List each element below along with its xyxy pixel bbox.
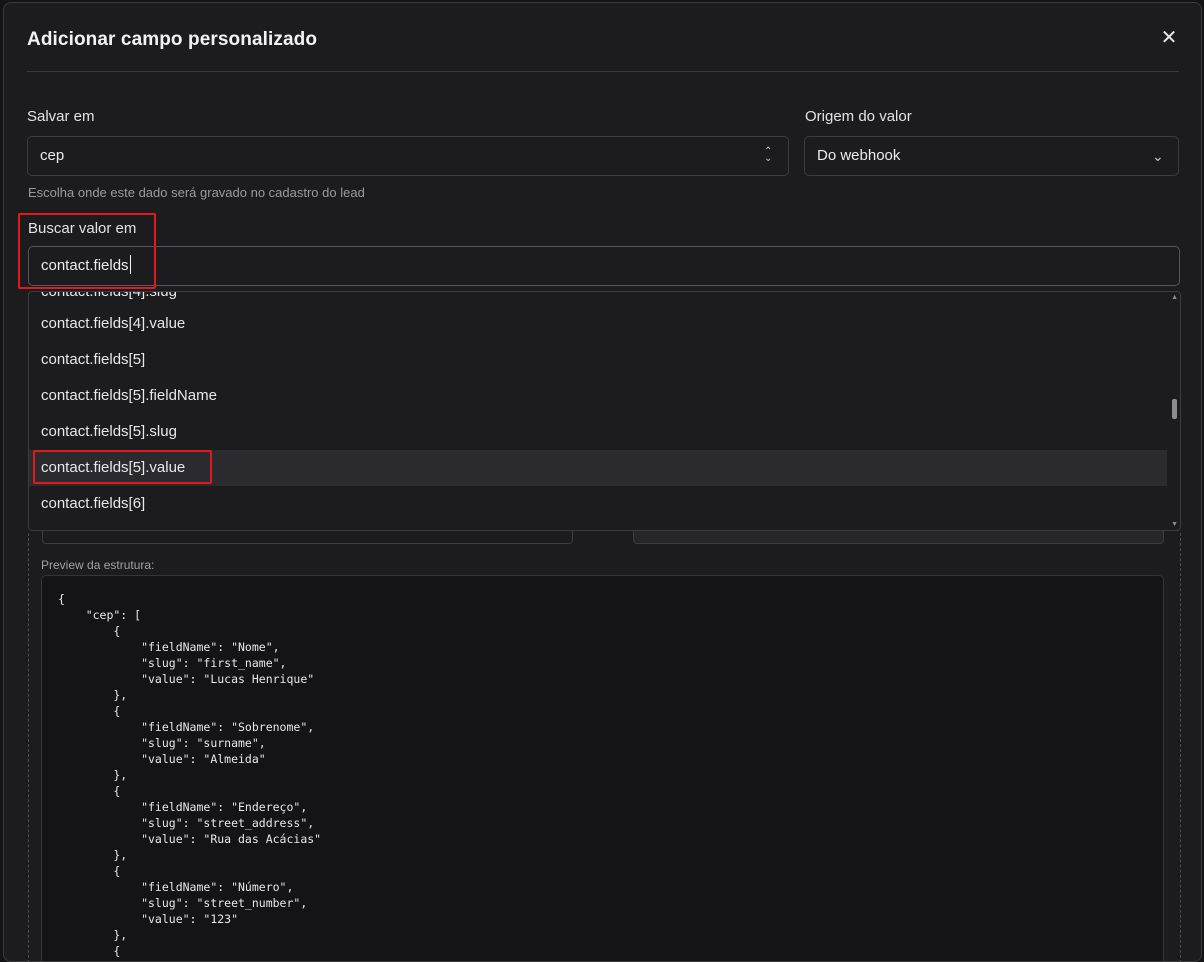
suggestion-item[interactable]: contact.fields[5].slug — [29, 414, 1167, 450]
value-origin-value: Do webhook — [817, 147, 901, 164]
search-input-value: contact.fields — [41, 257, 129, 274]
suggestion-item[interactable]: contact.fields[6] — [29, 486, 1167, 522]
chevron-up-down-icon: ⌃ ⌄ — [764, 146, 773, 164]
custom-field-dialog: Adicionar campo personalizado ✕ Salvar e… — [3, 2, 1202, 962]
close-button[interactable]: ✕ — [1158, 27, 1180, 49]
text-cursor — [129, 255, 131, 274]
dropdown-scrollbar[interactable]: ▲ ▼ — [1168, 292, 1180, 530]
chevron-down-icon: ⌄ — [1152, 148, 1164, 164]
value-origin-select[interactable]: Do webhook — [804, 136, 1179, 176]
preview-label: Preview da estrutura: — [41, 558, 155, 572]
suggestions-dropdown[interactable]: contact.fields[4].slug contact.fields[4]… — [28, 291, 1181, 531]
save-in-value: cep — [40, 147, 65, 164]
close-icon: ✕ — [1160, 27, 1178, 49]
save-in-select[interactable]: cep — [27, 136, 789, 176]
save-in-hint: Escolha onde este dado será gravado no c… — [28, 185, 365, 200]
scroll-up-arrow-icon[interactable]: ▲ — [1171, 294, 1178, 301]
suggestion-item[interactable]: contact.fields[5].fieldName — [29, 378, 1167, 414]
header-divider — [27, 71, 1179, 72]
search-label: Buscar valor em — [28, 220, 137, 237]
suggestion-item[interactable]: contact.fields[5] — [29, 342, 1167, 378]
save-in-label: Salvar em — [27, 108, 95, 125]
suggestion-item-selected[interactable]: contact.fields[5].value — [29, 450, 1167, 486]
value-origin-label: Origem do valor — [805, 108, 912, 125]
dialog-title: Adicionar campo personalizado — [27, 29, 318, 50]
preview-code: { "cep": [ { "fieldName": "Nome", "slug"… — [41, 575, 1164, 961]
scrollbar-thumb[interactable] — [1172, 399, 1177, 419]
scroll-down-arrow-icon[interactable]: ▼ — [1171, 521, 1178, 528]
suggestion-item[interactable]: contact.fields[4].value — [29, 306, 1167, 342]
search-input[interactable]: contact.fields — [28, 246, 1180, 286]
